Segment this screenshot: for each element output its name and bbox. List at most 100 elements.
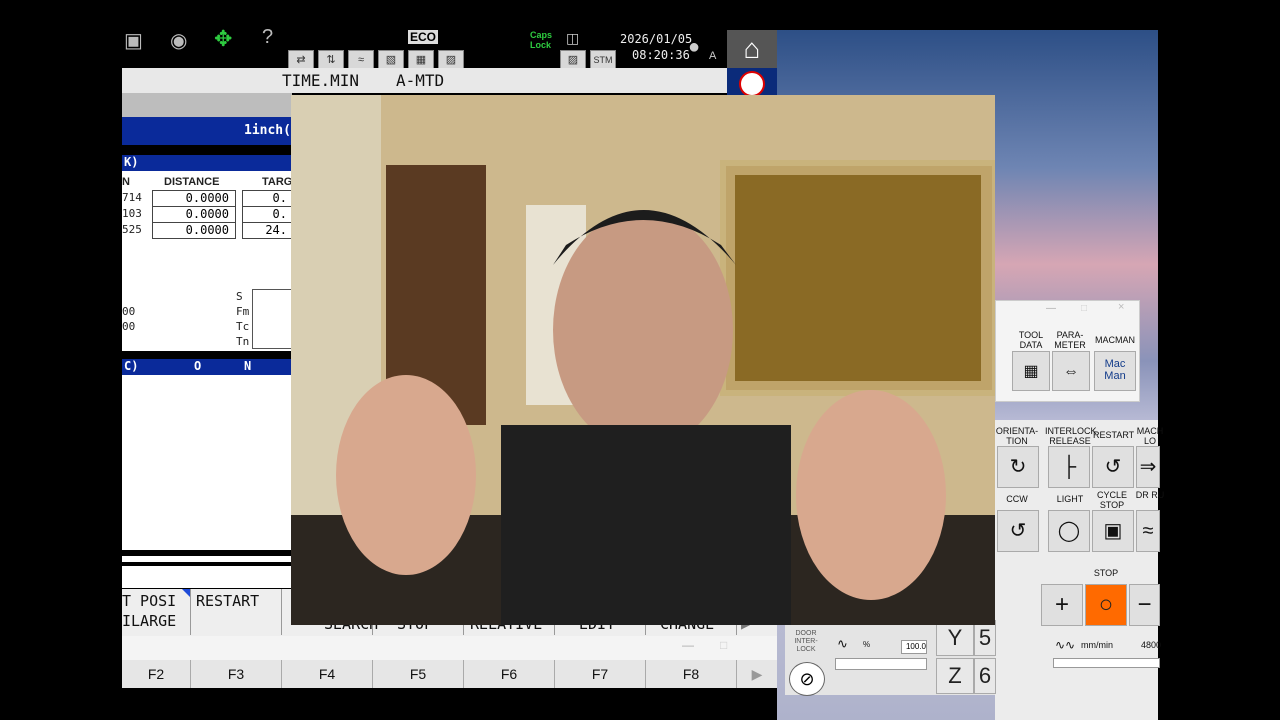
- distance-cell: 0.0000: [152, 222, 236, 239]
- f6-key[interactable]: F6: [464, 660, 555, 688]
- machine-lock-button[interactable]: ⇒: [1136, 446, 1160, 488]
- divider: [122, 562, 292, 565]
- cnc-status-bar: ▣ ◉ ✥ ? ECO ⇄ ⇅ ≈ ▧ ▦ ▨ Caps Lock ◫ ▨ ST…: [122, 24, 727, 70]
- parameter-button[interactable]: ⇔: [1052, 351, 1090, 391]
- orientation-label: ORIENTA-TION: [995, 426, 1039, 446]
- col-target: TARG: [262, 176, 293, 188]
- f7-key[interactable]: F7: [555, 660, 646, 688]
- mode-icon-5[interactable]: ▦: [408, 50, 434, 70]
- col-distance: DISTANCE: [164, 176, 220, 188]
- close-icon[interactable]: ×: [1118, 301, 1124, 313]
- machine-operation-panel: ORIENTA-TION INTERLOCK RELEASE RESTART M…: [995, 420, 1164, 720]
- stop-button[interactable]: ○: [1085, 584, 1127, 626]
- feed-value: 4800: [1141, 640, 1162, 650]
- key-6[interactable]: 6: [974, 658, 996, 694]
- softkey-restart[interactable]: RESTART: [191, 589, 282, 635]
- program-header: C) O N: [122, 359, 292, 375]
- spindle-override-slider[interactable]: [835, 658, 927, 670]
- interlock-release-button[interactable]: ├: [1048, 446, 1090, 488]
- plus-button[interactable]: +: [1041, 584, 1083, 626]
- softkey-posi-large[interactable]: T POSI ILARGE: [122, 589, 191, 635]
- f4-key[interactable]: F4: [282, 660, 373, 688]
- mode-icon-4[interactable]: ▧: [378, 50, 404, 70]
- key-5[interactable]: 5: [974, 620, 996, 656]
- percent-label: %: [863, 640, 871, 649]
- feed-unit: mm/min: [1081, 640, 1113, 650]
- position-panel: N DISTANCE TARG 714 0.0000 0. 103 0.0000…: [122, 171, 294, 351]
- subheader-text: K): [124, 155, 139, 169]
- light-label: LIGHT: [1056, 494, 1084, 504]
- label-tc: Tc: [236, 320, 250, 333]
- col-n: N: [122, 176, 130, 188]
- position-subheader: K): [122, 155, 292, 171]
- home-icon: ⌂: [743, 33, 761, 64]
- stm-button[interactable]: STM: [590, 50, 616, 70]
- mode-icon-6[interactable]: ▨: [438, 50, 464, 70]
- date-display: 2026/01/05: [620, 32, 693, 46]
- ccw-button[interactable]: ↺: [997, 510, 1039, 552]
- f3-key[interactable]: F3: [191, 660, 282, 688]
- axis-move-icon[interactable]: ✥: [214, 26, 232, 52]
- parameter-label: PARA-METER: [1054, 330, 1086, 350]
- label-fm: Fm: [236, 305, 250, 318]
- orientation-button[interactable]: ↻: [997, 446, 1039, 488]
- light-button[interactable]: ◯: [1048, 510, 1090, 552]
- title-left: TIME.MIN: [282, 71, 360, 90]
- camera-icon[interactable]: ▣: [124, 28, 143, 53]
- home-button[interactable]: ⌂: [727, 30, 777, 68]
- feed-slider[interactable]: [1053, 658, 1160, 668]
- restart-button[interactable]: ↺: [1092, 446, 1134, 488]
- mode-icon-1[interactable]: ⇄: [288, 50, 314, 70]
- maximize-icon[interactable]: □: [720, 638, 727, 652]
- corner-marker: [182, 589, 190, 597]
- program-n: N: [244, 359, 252, 373]
- program-header-text: C): [124, 359, 139, 373]
- minimize-icon[interactable]: —: [1046, 303, 1056, 314]
- macman-button[interactable]: Mac Man: [1094, 351, 1136, 391]
- function-key-row: F2 F3 F4 F5 F6 F7 F8 ▶: [122, 660, 777, 688]
- f2-key[interactable]: F2: [122, 660, 191, 688]
- info-bar: [122, 93, 292, 117]
- tool-data-button[interactable]: ▦: [1012, 351, 1050, 391]
- f-next-icon[interactable]: ▶: [737, 660, 777, 688]
- cycle-stop-button[interactable]: ▣: [1092, 510, 1134, 552]
- target-cell: 0.: [242, 206, 294, 223]
- mode-icon-3[interactable]: ≈: [348, 50, 374, 70]
- title-right: A-MTD: [396, 71, 445, 90]
- spindle-override-value: 100.0: [901, 640, 927, 654]
- program-view: [122, 375, 292, 550]
- dry-run-label: DR RU: [1135, 490, 1165, 500]
- axis-z-button[interactable]: Z: [936, 658, 974, 694]
- axis-y-button[interactable]: Y: [936, 620, 974, 656]
- maximize-icon[interactable]: □: [1081, 303, 1087, 314]
- softkey-label: RESTART: [196, 592, 260, 610]
- user-level: A: [709, 50, 717, 62]
- door-interlock-label: DOOR INTER-LOCK: [794, 630, 818, 653]
- minimize-icon[interactable]: —: [682, 638, 694, 652]
- document-icon: ◫: [566, 30, 580, 46]
- f8-key[interactable]: F8: [646, 660, 737, 688]
- distance-cell: 0.0000: [152, 190, 236, 207]
- f5-key[interactable]: F5: [373, 660, 464, 688]
- machine-lock-label: MACH LO: [1136, 426, 1164, 446]
- stop-label: STOP: [1093, 568, 1119, 578]
- help-icon[interactable]: ?: [262, 26, 273, 49]
- hatch-icon[interactable]: ▨: [560, 50, 586, 70]
- minus-button[interactable]: −: [1129, 584, 1160, 626]
- mode-icon-2[interactable]: ⇅: [318, 50, 344, 70]
- screenshot-icon[interactable]: ◉: [170, 28, 187, 53]
- tool-window: — □ × TOOL DATA PARA-METER MACMAN ▦ ⇔ Ma…: [995, 300, 1140, 402]
- user-icon[interactable]: ●: [688, 36, 700, 59]
- webcam-scene: [291, 95, 995, 625]
- door-interlock-dial[interactable]: ⊘: [789, 662, 825, 696]
- target-cell: 24.: [242, 222, 294, 239]
- spindle-info-box: [252, 289, 294, 349]
- tool-data-label: TOOL DATA: [1018, 330, 1044, 350]
- softkey-label: ILARGE: [122, 612, 177, 630]
- cycle-stop-label: CYCLE STOP: [1096, 490, 1127, 510]
- row-left: 103: [122, 207, 142, 220]
- restart-label: RESTART: [1093, 430, 1135, 440]
- dry-run-button[interactable]: ≈: [1136, 510, 1160, 552]
- row-left: 714: [122, 191, 142, 204]
- caps-lock-indicator: Caps Lock: [530, 30, 553, 50]
